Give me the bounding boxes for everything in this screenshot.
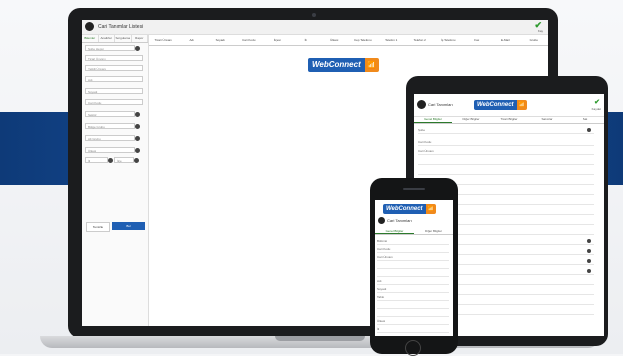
- save-label: Kay: [537, 29, 543, 33]
- router-icon: 📶: [425, 204, 436, 214]
- webconnect-logo: WebConnect 📶: [383, 204, 436, 214]
- column-header[interactable]: İli: [292, 35, 321, 45]
- form-row[interactable]: [377, 270, 449, 277]
- phone-speaker: [403, 188, 425, 190]
- phone-title: Cari Tanımları: [387, 218, 412, 223]
- city-select[interactable]: İli: [85, 157, 113, 163]
- dropdown-icon: [587, 128, 591, 132]
- dropdown-icon: [587, 239, 591, 243]
- column-header[interactable]: Fax: [463, 35, 492, 45]
- column-header[interactable]: Telefon 1: [377, 35, 406, 45]
- column-header[interactable]: Adı: [178, 35, 207, 45]
- laptop-notch: [275, 336, 365, 341]
- window-title: Cari Tanımlar Listesi: [98, 24, 144, 30]
- tab-commercial[interactable]: Ticari Bilgiler: [490, 116, 528, 123]
- dropdown-icon: [135, 124, 140, 129]
- form-row[interactable]: Ülkesi: [377, 318, 449, 325]
- webconnect-logo: WebConnect 📶: [474, 100, 527, 110]
- app-icon: [85, 22, 94, 31]
- subgroup-select[interactable]: Alt Grubu: [85, 135, 140, 141]
- webconnect-logo: WebConnect 📶: [308, 58, 379, 72]
- name-field[interactable]: Adı: [85, 76, 143, 82]
- router-icon: 📶: [364, 58, 379, 72]
- sidebar-tabs: Bilemler Analizler Sorgulama Rapor: [82, 35, 148, 43]
- form-row[interactable]: [418, 168, 594, 175]
- tab-sorgulama[interactable]: Sorgulama: [115, 35, 132, 42]
- column-header[interactable]: İş Telefonu: [434, 35, 463, 45]
- column-header[interactable]: İlçesi: [263, 35, 292, 45]
- app-icon: [378, 217, 385, 224]
- laptop-camera: [312, 13, 316, 17]
- column-header[interactable]: E-Mail: [491, 35, 520, 45]
- form-row[interactable]: İli: [377, 326, 449, 333]
- phone-screen: WebConnect 📶 Cari Tanımları Genel Bilgil…: [375, 200, 453, 336]
- tab-other[interactable]: Diğer Bilgiler: [452, 116, 490, 123]
- tab-rapor[interactable]: Rapor: [132, 35, 148, 42]
- dropdown-icon: [135, 46, 140, 51]
- tablet-title: Cari Tanımları: [428, 102, 453, 107]
- form-row[interactable]: Cari Kodu: [377, 246, 449, 253]
- account-code-field[interactable]: Cari Kodu: [85, 99, 143, 105]
- branch-row[interactable]: Şube: [418, 127, 594, 134]
- dropdown-icon: [587, 269, 591, 273]
- country-select[interactable]: Ülkesi: [85, 147, 140, 153]
- authorized-title-field[interactable]: Yetkili Ünvanı: [85, 65, 143, 71]
- dropdown-icon: [134, 158, 139, 163]
- results-table-header: Ticari Ünvanı Adı Soyadı Cari Kodu İlçesi İli…: [149, 35, 548, 46]
- column-header[interactable]: Ülkesi: [320, 35, 349, 45]
- form-row[interactable]: Bölümü: [377, 238, 449, 245]
- column-header[interactable]: Grubu: [520, 35, 549, 45]
- tablet-header: Cari Tanımları WebConnect 📶 ✔ Kaydet: [414, 94, 604, 117]
- window-titlebar: Cari Tanımlar Listesi ✔ Kay: [82, 20, 548, 35]
- filter-sidebar: Bilemler Analizler Sorgulama Rapor Şube …: [82, 35, 149, 326]
- dropdown-icon: [135, 136, 140, 141]
- dropdown-icon: [587, 249, 591, 253]
- form-row[interactable]: [377, 310, 449, 317]
- column-header[interactable]: Telefon 2: [406, 35, 435, 45]
- tab-sellers[interactable]: Satıcılar: [528, 116, 566, 123]
- tab-general[interactable]: Genel Bilgiler: [375, 228, 414, 234]
- account-code-row[interactable]: Cari Kodu: [418, 139, 594, 146]
- column-header[interactable]: Ticari Ünvanı: [149, 35, 178, 45]
- save-check-icon[interactable]: ✔: [594, 98, 600, 106]
- form-row[interactable]: [377, 262, 449, 269]
- tab-bilemler[interactable]: Bilemler: [82, 35, 99, 42]
- region-group-select[interactable]: Bölge Grubu: [85, 123, 140, 129]
- dropdown-icon: [135, 148, 140, 153]
- column-header[interactable]: Cep Telefonu: [349, 35, 378, 45]
- sector-select[interactable]: Sektör: [85, 111, 140, 117]
- tab-general[interactable]: Genel Bilgiler: [414, 116, 452, 123]
- dropdown-icon: [108, 158, 113, 163]
- tab-analizler[interactable]: Analizler: [99, 35, 115, 42]
- form-row[interactable]: Adı: [377, 278, 449, 285]
- branch-select[interactable]: Şube Hepsi: [85, 45, 140, 51]
- tab-other[interactable]: Diğer Bilgiler: [414, 228, 453, 234]
- form-row[interactable]: [377, 302, 449, 309]
- dropdown-icon: [587, 259, 591, 263]
- phone-tabs: Genel Bilgiler Diğer Bilgiler: [375, 228, 453, 235]
- district-select[interactable]: İlçe: [114, 157, 139, 163]
- save-label: Kaydet: [591, 107, 601, 111]
- form-row[interactable]: Tablo: [377, 294, 449, 301]
- dropdown-icon: [135, 112, 140, 117]
- trade-title-field[interactable]: Ticari Ünvanı: [85, 55, 143, 61]
- search-button[interactable]: Bul: [112, 222, 145, 230]
- form-row[interactable]: Cari Ünvanı: [377, 254, 449, 261]
- router-icon: 📶: [516, 100, 527, 110]
- form-row[interactable]: [418, 158, 594, 165]
- tab-sat[interactable]: Sat: [566, 116, 604, 123]
- column-header[interactable]: Cari Kodu: [235, 35, 264, 45]
- form-row[interactable]: Soyadı: [377, 286, 449, 293]
- clear-button[interactable]: Temizle: [86, 222, 110, 232]
- account-title-row[interactable]: Cari Ünvanı: [418, 148, 594, 155]
- app-icon: [417, 100, 426, 109]
- tablet-tabs: Genel Bilgiler Diğer Bilgiler Ticari Bil…: [414, 116, 604, 124]
- surname-field[interactable]: Soyadı: [85, 88, 143, 94]
- column-header[interactable]: Soyadı: [206, 35, 235, 45]
